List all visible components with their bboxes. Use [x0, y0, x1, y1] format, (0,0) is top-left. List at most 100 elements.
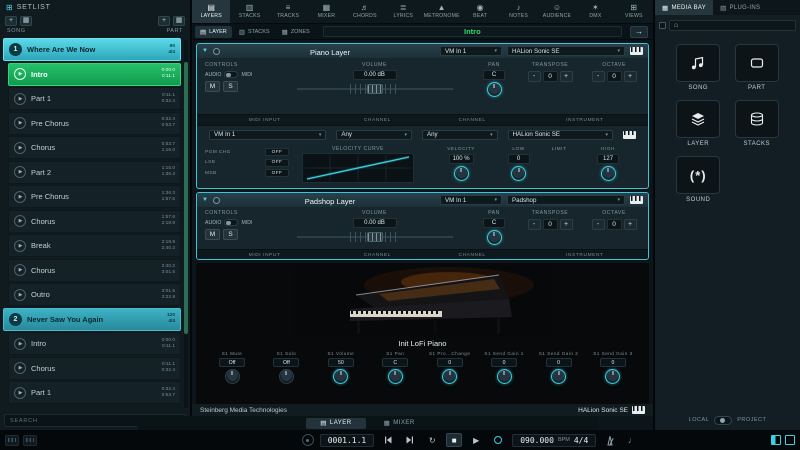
pan-value[interactable]: C: [483, 218, 505, 228]
tab-layers[interactable]: ▤ LAYERS: [192, 0, 231, 23]
instrument-dropdown[interactable]: Padshop ▾: [507, 195, 625, 205]
play-icon[interactable]: ▶: [14, 141, 26, 154]
transpose-plus-button[interactable]: +: [559, 71, 573, 82]
channel-select[interactable]: Any ▾: [421, 129, 498, 140]
param-value[interactable]: 0: [599, 358, 626, 367]
octave-plus-button[interactable]: +: [623, 71, 637, 82]
play-icon[interactable]: ▶: [14, 239, 26, 252]
volume-slider[interactable]: [296, 231, 453, 243]
bottom-tab-mixer[interactable]: ▦ MIXER: [370, 418, 429, 429]
layer-header[interactable]: ▼ Piano Layer VM In 1 ▾ HALion Sonic SE ▾: [197, 44, 648, 58]
volume-value[interactable]: 0.00 dB: [352, 70, 397, 80]
param-value[interactable]: Off: [273, 358, 300, 367]
stop-button[interactable]: ■: [446, 433, 463, 447]
tab-lyrics[interactable]: ≣ LYRICS: [384, 0, 422, 23]
toggle-right-zone-icon[interactable]: [785, 435, 795, 445]
audio-activity-icon[interactable]: [23, 434, 37, 446]
setlist-scrollbar[interactable]: [184, 40, 188, 408]
play-icon[interactable]: ▶: [14, 215, 26, 227]
tempo-track-icon[interactable]: ♩: [624, 433, 640, 447]
add-part-button[interactable]: +: [158, 16, 170, 26]
transpose-minus-button[interactable]: -: [527, 71, 541, 82]
midi-input-dropdown[interactable]: VM In 1 ▾: [440, 46, 502, 56]
velocity-knob[interactable]: [453, 166, 469, 181]
setlist-part-row[interactable]: ▶ Pre Chorus 1:36.3 1:57.6: [8, 185, 181, 208]
play-icon[interactable]: ▶: [14, 92, 26, 105]
metronome-icon[interactable]: [602, 433, 618, 447]
setlist-part-row[interactable]: ▶ Chorus 1:57.6 2:18.9: [8, 209, 181, 233]
setlist-part-row[interactable]: ▶ Part 2 1:15.0 1:36.3: [8, 160, 181, 184]
solo-button[interactable]: S: [223, 229, 238, 240]
subtab-stacks[interactable]: ▥ STACKS: [234, 26, 275, 38]
tab-beat[interactable]: ◉ BEAT: [461, 0, 499, 23]
audio-midi-toggle[interactable]: [224, 219, 239, 226]
local-project-toggle[interactable]: [714, 415, 733, 425]
tab-media-bay[interactable]: ▦ MEDIA BAY: [655, 0, 714, 15]
mute-button[interactable]: M: [205, 229, 220, 240]
tab-views[interactable]: ⊞ VIEWS: [615, 0, 653, 23]
play-icon[interactable]: ▶: [14, 166, 26, 178]
param-knob[interactable]: [496, 369, 512, 384]
go-to-end-button[interactable]: [402, 433, 418, 447]
midi-activity-icon[interactable]: [5, 434, 19, 446]
octave-value[interactable]: 0: [606, 71, 622, 82]
setlist-part-row[interactable]: ▶ Part 1 0:32.4 0:53.7: [8, 381, 181, 404]
pgm-chg-value[interactable]: OFF: [265, 148, 289, 156]
param-value[interactable]: 0: [491, 358, 518, 367]
tab-mixer[interactable]: ▦ MIXER: [307, 0, 345, 23]
high-value[interactable]: 127: [597, 154, 620, 164]
play-icon[interactable]: ▶: [14, 264, 26, 276]
volume-slider[interactable]: [296, 83, 453, 95]
subtab-zones[interactable]: ▦ ZONES: [277, 26, 315, 38]
midi-input-select[interactable]: VM In 1 ▾: [209, 129, 327, 140]
play-button[interactable]: ▶: [468, 433, 484, 447]
msb-value[interactable]: OFF: [265, 169, 289, 177]
param-knob[interactable]: [224, 369, 240, 384]
app-grid-icon[interactable]: ⊞: [6, 3, 13, 12]
keyboard-icon[interactable]: [632, 406, 645, 414]
param-knob[interactable]: [551, 369, 567, 384]
collapse-icon[interactable]: ▼: [202, 48, 208, 54]
param-value[interactable]: Off: [219, 358, 245, 367]
octave-minus-button[interactable]: -: [591, 71, 605, 82]
velocity-value[interactable]: 100 %: [448, 154, 474, 164]
tab-dmx[interactable]: ✶ DMX: [576, 0, 614, 23]
tab-plug-ins[interactable]: ▧ PLUG-INS: [713, 0, 767, 15]
pan-knob[interactable]: [486, 82, 502, 97]
high-knob[interactable]: [600, 166, 616, 181]
lsb-value[interactable]: OFF: [265, 158, 289, 167]
subtab-layer[interactable]: ▤ LAYER: [195, 25, 232, 38]
setlist-part-row[interactable]: ▶ Outro 3:01.5 3:22.8: [8, 283, 181, 306]
slider-handle[interactable]: [366, 232, 383, 242]
tab-audience[interactable]: ☺ AUDIENCE: [538, 0, 576, 23]
play-icon[interactable]: ▶: [14, 362, 26, 374]
part-menu-button[interactable]: ▦: [173, 16, 185, 26]
tab-tracks[interactable]: ≡ TRACKS: [269, 0, 307, 23]
preset-name[interactable]: Init LoFi Piano: [399, 339, 447, 348]
param-knob[interactable]: [442, 369, 458, 384]
setlist-part-row[interactable]: ▶ Intro 0:00.0 0:11.1: [8, 332, 181, 355]
setlist-part-row[interactable]: ▶ Part 1 0:11.1 0:32.4: [8, 87, 181, 110]
keyboard-icon[interactable]: [623, 130, 636, 139]
setlist-part-row[interactable]: ▶ Chorus 0:53.7 1:15.0: [8, 136, 181, 159]
param-knob[interactable]: [333, 369, 349, 384]
play-icon[interactable]: ▶: [14, 190, 26, 203]
transpose-minus-button[interactable]: -: [527, 219, 541, 230]
param-knob[interactable]: [605, 369, 621, 384]
next-part-button[interactable]: →: [630, 25, 648, 38]
record-button[interactable]: [490, 433, 506, 447]
position-display[interactable]: 0001.1.1: [319, 433, 375, 447]
scrollbar-thumb[interactable]: [184, 62, 188, 334]
go-to-start-button[interactable]: [380, 433, 396, 447]
cycle-button[interactable]: ↻: [424, 433, 440, 447]
octave-plus-button[interactable]: +: [623, 219, 637, 230]
play-icon[interactable]: ▶: [14, 68, 26, 80]
setlist-part-row[interactable]: ▶ Chorus 0:11.1 0:32.4: [8, 356, 181, 380]
octave-value[interactable]: 0: [606, 219, 622, 230]
filter-checkbox[interactable]: [659, 21, 666, 29]
volume-value[interactable]: 0.00 dB: [352, 218, 397, 228]
tab-notes[interactable]: ♪ NOTES: [499, 0, 537, 23]
play-icon[interactable]: ▶: [14, 386, 26, 399]
setlist-part-row[interactable]: ▶ Pre Chorus 0:32.4 0:53.7: [8, 111, 181, 135]
transpose-value[interactable]: 0: [542, 219, 558, 230]
